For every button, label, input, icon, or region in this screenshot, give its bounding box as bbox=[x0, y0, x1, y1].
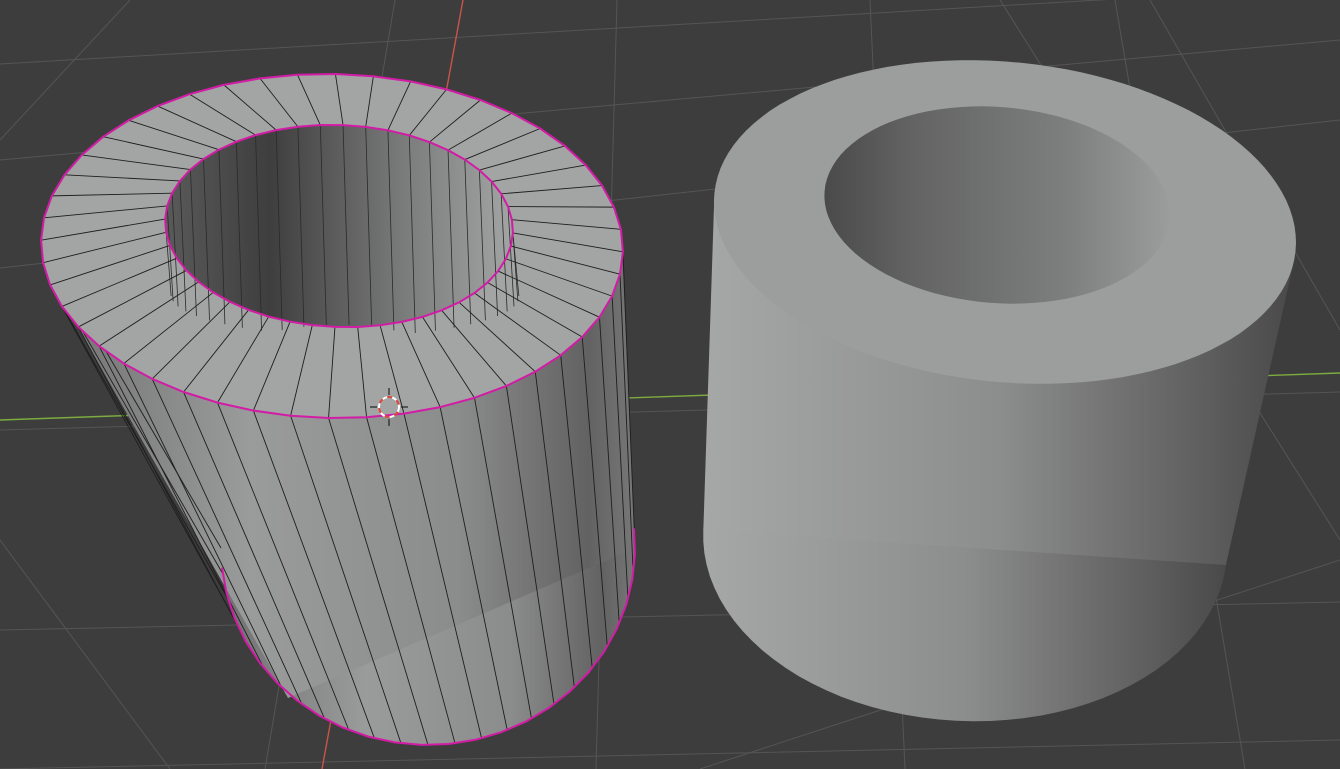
tube-edit-mode[interactable] bbox=[40, 72, 636, 746]
3d-viewport[interactable] bbox=[0, 0, 1340, 769]
grid-line bbox=[0, 0, 131, 141]
grid-line bbox=[0, 539, 171, 769]
grid-line bbox=[0, 0, 1109, 65]
mesh-edge bbox=[507, 206, 614, 208]
grid-line bbox=[0, 739, 1340, 769]
tube-object-mode[interactable] bbox=[703, 60, 1296, 722]
